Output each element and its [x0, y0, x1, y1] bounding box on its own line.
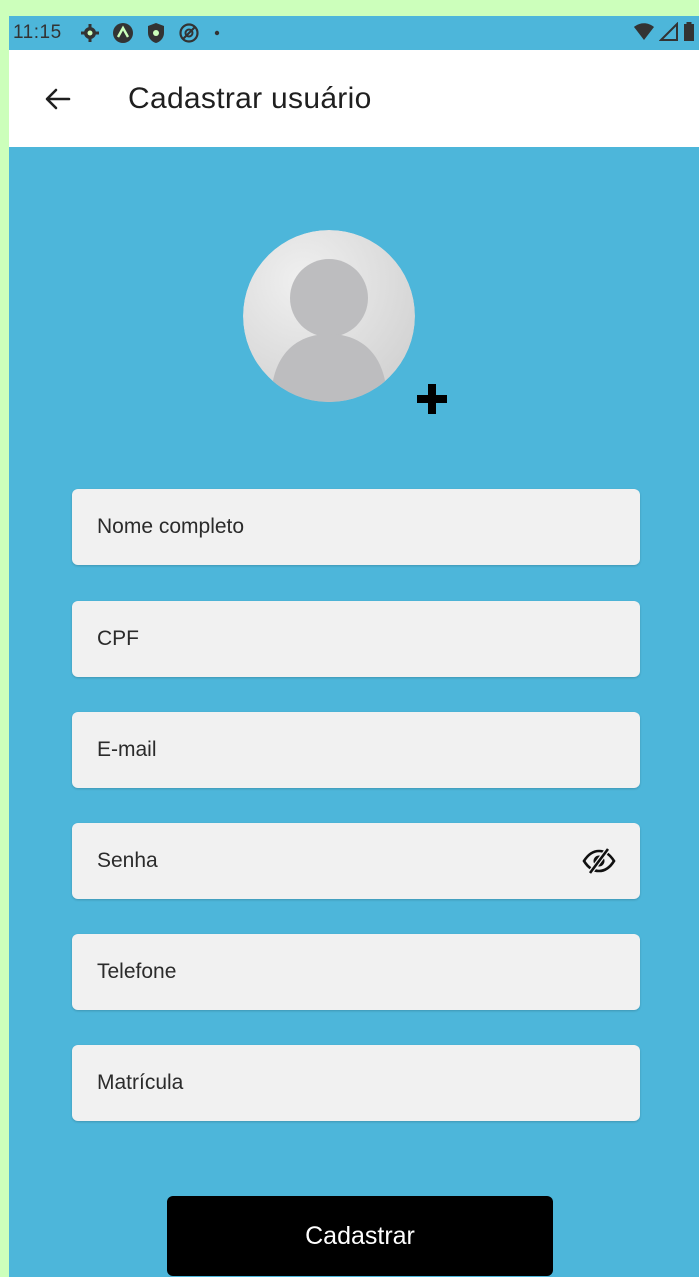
battery-icon — [684, 22, 694, 41]
password-field[interactable] — [72, 823, 640, 899]
arrow-left-icon — [45, 88, 71, 109]
cpf-input[interactable] — [72, 601, 640, 677]
toggle-password-button[interactable] — [582, 845, 616, 877]
phone-field[interactable] — [72, 934, 640, 1010]
email-field[interactable] — [72, 712, 640, 788]
wifi-icon — [634, 23, 654, 40]
name-input[interactable] — [72, 489, 640, 565]
sync-icon — [179, 23, 199, 43]
password-input[interactable] — [72, 823, 640, 899]
avatar-section — [243, 230, 453, 420]
plus-icon — [417, 384, 447, 414]
status-bar: 11:15 — [9, 16, 699, 50]
shield-icon — [147, 23, 164, 43]
app-screen: 11:15 Cadastrar usuário Nome completo CP… — [9, 16, 699, 1277]
add-photo-button[interactable] — [414, 381, 450, 417]
status-icons — [80, 22, 222, 44]
status-right-icons — [633, 22, 695, 42]
status-time: 11:15 — [13, 22, 62, 43]
phone-input[interactable] — [72, 934, 640, 1010]
app-bar: Cadastrar usuário — [9, 50, 699, 147]
name-field[interactable] — [72, 489, 640, 565]
email-input[interactable] — [72, 712, 640, 788]
signal-icon — [659, 22, 678, 41]
cpf-field[interactable] — [72, 601, 640, 677]
registration-input[interactable] — [72, 1045, 640, 1121]
back-button[interactable] — [28, 69, 88, 129]
notification-a-icon — [112, 23, 133, 43]
eye-off-icon — [582, 847, 616, 875]
registration-field[interactable] — [72, 1045, 640, 1121]
user-placeholder-icon — [243, 230, 415, 402]
settings-icon — [80, 24, 99, 42]
avatar[interactable] — [243, 230, 415, 402]
submit-button[interactable]: Cadastrar — [167, 1196, 553, 1276]
page-title: Cadastrar usuário — [128, 81, 372, 115]
dot-icon — [214, 30, 219, 36]
